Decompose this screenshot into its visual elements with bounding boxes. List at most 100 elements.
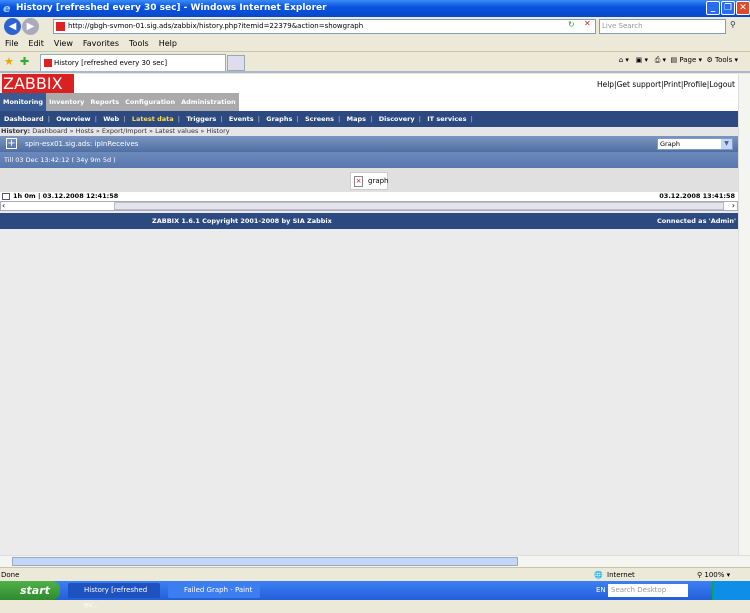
breadcrumb-item[interactable]: Hosts (76, 127, 94, 135)
main-nav: Monitoring Inventory Reports Configurati… (0, 93, 738, 111)
new-tab-button[interactable] (227, 55, 245, 71)
breadcrumb-item[interactable]: Latest values (155, 127, 198, 135)
period-end: 03.12.2008 13:41:58 (659, 192, 735, 200)
tab-history[interactable]: History [refreshed every 30 sec] (40, 54, 226, 71)
item-header: + spin-esx01.sig.ads: ipInReceives Graph… (0, 136, 738, 152)
broken-image-icon: × (354, 176, 363, 187)
menu-bar: File Edit View Favorites Tools Help (0, 36, 750, 52)
print-icon[interactable]: ⎙ ▾ (655, 56, 666, 64)
view-select-value: Graph (660, 140, 680, 148)
window-title: History [refreshed every 30 sec] - Windo… (16, 3, 327, 13)
feeds-icon[interactable]: ▣ ▾ (636, 56, 648, 64)
link-profile[interactable]: Profile (683, 80, 706, 89)
start-button[interactable]: start (0, 581, 60, 600)
task-ie[interactable]: History [refreshed ev... (68, 583, 160, 609)
subnav-maps[interactable]: Maps (347, 115, 366, 123)
restore-button[interactable]: ❐ (721, 1, 735, 15)
status-text: Done (1, 571, 20, 579)
till-row: Till 03 Dec 13:42:12 ( 34y 9m 5d ) (0, 152, 738, 168)
subnav-it-services[interactable]: IT services (427, 115, 466, 123)
subnav-dashboard[interactable]: Dashboard (4, 115, 44, 123)
period-scrollbar[interactable]: ‹ › (0, 201, 738, 211)
graph-alt-text: graph (368, 177, 389, 185)
command-bar: ⌂ ▾ ▣ ▾ ⎙ ▾ ▤ Page ▾ ⚙ Tools ▾ (619, 56, 738, 65)
status-bar: Done 🌐 Internet ⚲ 100% ▾ (0, 567, 750, 581)
minimize-button[interactable]: _ (706, 1, 720, 15)
chevron-down-icon: ▼ (721, 139, 732, 149)
graph-area: × graph (0, 168, 738, 192)
scroll-left-icon[interactable]: ‹ (2, 201, 5, 210)
address-bar-row: ◀ ▶ http://gbgh-svmon-01.sig.ads/zabbix/… (0, 17, 750, 36)
subnav-discovery[interactable]: Discovery (379, 115, 415, 123)
link-get-support[interactable]: Get support (617, 80, 662, 89)
subnav-web[interactable]: Web (103, 115, 119, 123)
subnav-screens[interactable]: Screens (305, 115, 334, 123)
tab-title: History [refreshed every 30 sec] (54, 59, 168, 67)
subnav-latest-data[interactable]: Latest data (132, 115, 174, 123)
search-icon[interactable]: ⚲ (730, 20, 736, 29)
tools-menu[interactable]: ⚙ Tools ▾ (706, 56, 738, 64)
tab-configuration[interactable]: Configuration (122, 93, 179, 111)
page-menu[interactable]: ▤ Page ▾ (670, 56, 702, 64)
globe-icon: 🌐 (594, 571, 603, 579)
add-favorite-icon[interactable]: ✚ (20, 55, 29, 68)
language-indicator[interactable]: EN (596, 586, 606, 594)
close-button[interactable]: ✕ (736, 1, 750, 15)
desktop-search-input[interactable]: Search Desktop (608, 584, 688, 597)
favicon (44, 59, 52, 67)
connected-as: Connected as 'Admin' (657, 217, 736, 225)
link-print[interactable]: Print (664, 80, 681, 89)
zoom-level[interactable]: ⚲ 100% ▾ (697, 568, 730, 582)
menu-view[interactable]: View (54, 39, 73, 48)
link-logout[interactable]: Logout (709, 80, 735, 89)
page-label: Page (679, 56, 697, 64)
view-select[interactable]: Graph ▼ (657, 138, 733, 150)
refresh-icon[interactable]: ↻ (568, 20, 575, 29)
menu-file[interactable]: File (5, 39, 18, 48)
top-links: Help|Get support|Print|Profile|Logout (596, 80, 735, 89)
menu-favorites[interactable]: Favorites (83, 39, 119, 48)
favorites-star-icon[interactable]: ★ (4, 55, 14, 68)
zoom-value: 100% (704, 571, 725, 579)
horizontal-scrollbar[interactable] (0, 555, 750, 567)
scroll-right-icon[interactable]: › (732, 201, 735, 210)
page-content: ZABBIX Help|Get support|Print|Profile|Lo… (0, 74, 738, 555)
period-row: 1h 0m | 03.12.2008 12:41:58 03.12.2008 1… (0, 192, 738, 201)
footer: ZABBIX 1.6.1 Copyright 2001-2008 by SIA … (0, 213, 738, 229)
tab-reports[interactable]: Reports (87, 93, 123, 111)
stop-icon[interactable]: ✕ (584, 19, 591, 28)
subnav-triggers[interactable]: Triggers (186, 115, 216, 123)
breadcrumb-label: History: (1, 127, 31, 135)
task-paint[interactable]: Failed Graph - Paint (168, 583, 260, 598)
broken-graph-image: × graph (350, 172, 389, 190)
expand-plus-icon[interactable]: + (6, 138, 17, 149)
tab-monitoring[interactable]: Monitoring (0, 93, 47, 111)
start-label: start (20, 584, 50, 597)
breadcrumb: History: Dashboard » Hosts » Export/Impo… (0, 127, 738, 136)
address-input[interactable]: http://gbgh-svmon-01.sig.ads/zabbix/hist… (53, 19, 596, 34)
taskbar: start History [refreshed ev... Failed Gr… (0, 581, 750, 609)
tab-administration[interactable]: Administration (178, 93, 239, 111)
menu-edit[interactable]: Edit (28, 39, 44, 48)
subnav-events[interactable]: Events (229, 115, 254, 123)
forward-button[interactable]: ▶ (22, 18, 39, 35)
breadcrumb-item[interactable]: Dashboard (32, 127, 67, 135)
breadcrumb-item[interactable]: History (206, 127, 229, 135)
menu-help[interactable]: Help (159, 39, 177, 48)
calendar-icon[interactable] (2, 193, 10, 200)
subnav-graphs[interactable]: Graphs (266, 115, 292, 123)
search-input[interactable]: Live Search (599, 19, 726, 34)
period-scroll-thumb[interactable] (114, 202, 724, 210)
tab-inventory[interactable]: Inventory (46, 93, 88, 111)
period-start: 1h 0m | 03.12.2008 12:41:58 (13, 192, 119, 200)
vertical-scrollbar[interactable] (738, 74, 750, 555)
menu-tools[interactable]: Tools (129, 39, 149, 48)
ie-icon: e (3, 2, 11, 15)
subnav-overview[interactable]: Overview (56, 115, 90, 123)
back-button[interactable]: ◀ (4, 18, 21, 35)
horizontal-scroll-thumb[interactable] (12, 557, 518, 566)
zabbix-logo[interactable]: ZABBIX (2, 74, 74, 93)
link-help[interactable]: Help (597, 80, 614, 89)
breadcrumb-item[interactable]: Export/Import (102, 127, 147, 135)
home-icon[interactable]: ⌂ ▾ (619, 56, 629, 64)
